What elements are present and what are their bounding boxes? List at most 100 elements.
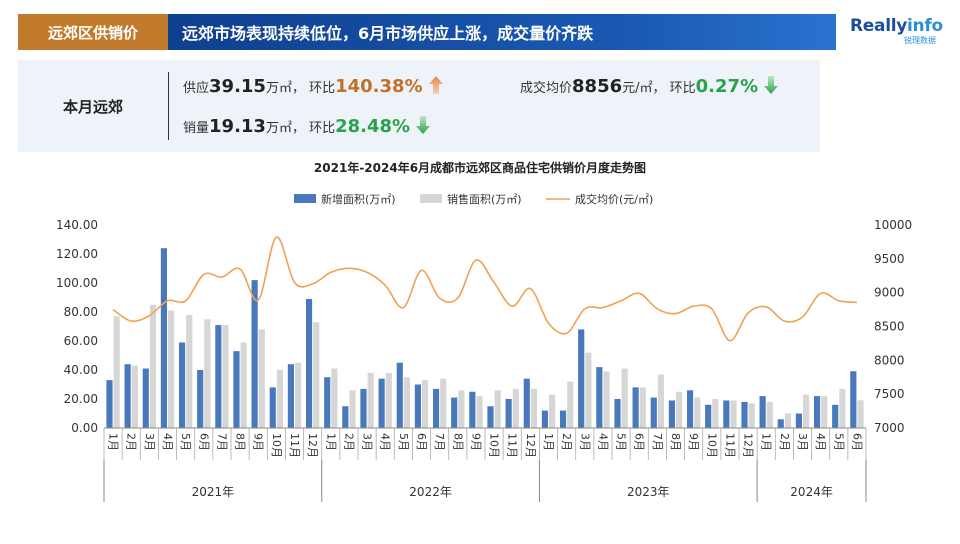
y-right-tick-label: 9000 (874, 286, 905, 300)
supply-value: 39.15 (209, 76, 266, 97)
bar-sold-area (149, 304, 157, 428)
price-stat: 成交均价 8856 元/㎡ ， 环比 0.27% (520, 76, 779, 98)
x-tick-label: 4月 (379, 433, 392, 451)
year-label: 2021年 (192, 485, 235, 499)
bar-sold-area (766, 401, 773, 428)
bar-sold-area (258, 329, 265, 428)
x-tick-label: 5月 (397, 433, 410, 451)
bar-new-area (178, 342, 186, 428)
x-tick-label: 2月 (778, 433, 791, 451)
bar-sold-area (549, 394, 556, 428)
price-value: 8856 (572, 76, 623, 97)
x-tick-label: 5月 (179, 433, 192, 451)
bar-sold-area (694, 397, 701, 428)
x-tick-label: 8月 (234, 433, 247, 451)
arrow-down-icon (416, 116, 431, 138)
bar-sold-area (621, 368, 628, 428)
legend-label-new: 新增面积(万㎡) (321, 192, 396, 206)
bar-sold-area (204, 319, 211, 428)
bar-sold-area (131, 365, 138, 428)
x-tick-label: 11月 (506, 433, 519, 458)
x-tick-label: 11月 (723, 433, 736, 458)
bar-sold-area (839, 388, 846, 428)
bar-sold-area (857, 400, 864, 428)
headline-banner: 远郊市场表现持续低位，6月市场供应上涨，成交量价齐跌 (168, 14, 836, 50)
price-volume-chart: 2021年-2024年6月成都市远郊区商品住宅供销价月度走势图新增面积(万㎡) 销… (56, 160, 912, 502)
logo-wordmark: Reallyinfo (850, 16, 950, 36)
bar-sold-area (512, 388, 519, 428)
arrow-up-icon (428, 76, 443, 98)
sales-value: 19.13 (209, 116, 266, 137)
y-right-tick-label: 9500 (874, 252, 905, 266)
bar-new-area (487, 406, 494, 428)
price-unit: 元/㎡ (622, 81, 653, 96)
x-tick-label: 9月 (687, 433, 700, 451)
bar-new-area (795, 413, 802, 428)
x-tick-label: 8月 (669, 433, 682, 451)
bar-sold-area (367, 372, 374, 428)
bar-sold-area (712, 399, 719, 428)
x-tick-label: 1月 (760, 433, 773, 451)
supply-stat: 供应 39.15 万㎡ ， 环比 140.38% (183, 76, 443, 98)
bar-new-area (360, 388, 367, 428)
bar-new-area (632, 387, 639, 428)
bar-new-area (650, 397, 657, 428)
price-change: 0.27% (695, 76, 759, 97)
bar-sold-area (276, 370, 284, 428)
x-tick-label: 12月 (306, 433, 319, 458)
x-tick-label: 7月 (651, 433, 664, 451)
x-tick-label: 4月 (596, 433, 609, 451)
x-tick-label: 5月 (615, 433, 628, 451)
bar-sold-area (784, 413, 792, 428)
bar-new-area (614, 399, 621, 428)
x-tick-label: 4月 (161, 433, 174, 451)
x-tick-label: 12月 (742, 433, 755, 458)
bar-sold-area (186, 314, 193, 428)
bar-new-area (197, 370, 204, 428)
bar-new-area (523, 378, 530, 428)
bar-sold-area (567, 381, 574, 428)
x-tick-label: 3月 (578, 433, 591, 451)
x-tick-label: 7月 (433, 433, 446, 451)
bar-new-area (559, 410, 567, 428)
bar-sold-area (385, 372, 392, 428)
bar-new-area (251, 280, 258, 428)
bar-sold-area (603, 371, 610, 428)
x-tick-label: 6月 (197, 433, 210, 451)
bar-new-area (451, 397, 458, 428)
bar-sold-area (168, 310, 175, 428)
bar-new-area (305, 298, 313, 428)
bar-sold-area (313, 322, 320, 428)
x-tick-label: 3月 (143, 433, 156, 451)
x-tick-label: 6月 (633, 433, 646, 451)
bar-new-area (233, 351, 240, 428)
supply-sep: ， 环比 (291, 81, 336, 96)
bar-new-area (378, 378, 385, 428)
legend-label-sold: 销售面积(万㎡) (447, 192, 522, 206)
brand-logo: Reallyinfo 锐理数据 (850, 16, 950, 56)
logo-word-b: info (907, 16, 943, 36)
bar-sold-area (113, 316, 120, 428)
bar-new-area (432, 388, 440, 428)
x-tick-label: 12月 (524, 433, 537, 458)
bar-new-area (396, 362, 403, 428)
bar-new-area (142, 368, 149, 428)
bar-new-area (505, 399, 512, 428)
x-tick-label: 4月 (814, 433, 827, 451)
year-label: 2022年 (409, 485, 452, 499)
y-left-tick-label: 20.00 (64, 392, 98, 406)
x-tick-label: 1月 (107, 433, 120, 451)
bar-new-area (832, 404, 839, 428)
bar-new-area (668, 400, 675, 428)
legend-swatch-new (294, 194, 316, 203)
bar-sold-area (440, 378, 447, 428)
x-tick-label: 10月 (705, 433, 718, 458)
chart-container: 2021年-2024年6月成都市远郊区商品住宅供销价月度走势图 新增面积(万㎡) 销… (0, 150, 960, 540)
y-left-tick-label: 120.00 (56, 247, 98, 261)
x-tick-label: 9月 (469, 433, 482, 451)
summary-divider (168, 72, 169, 140)
bar-sold-area (639, 387, 646, 428)
bar-new-area (686, 390, 694, 428)
bar-sold-area (821, 396, 828, 428)
supply-prefix: 供应 (183, 81, 210, 96)
